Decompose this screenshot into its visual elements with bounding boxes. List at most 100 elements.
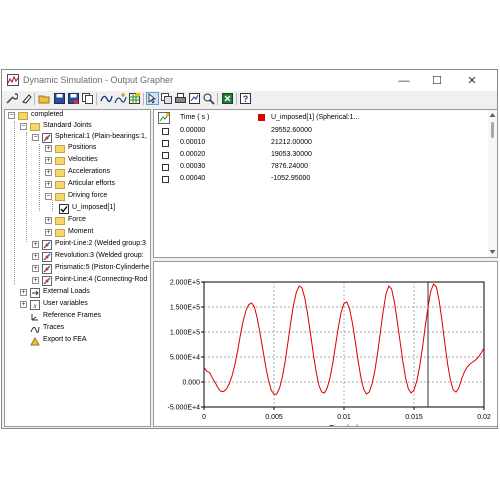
tree-item-velocities[interactable]: Velocities (68, 156, 98, 163)
title-bar: Dynamic Simulation - Output Grapher — ☐ … (2, 70, 497, 91)
row-checkbox[interactable] (162, 164, 169, 171)
save-icon[interactable] (53, 92, 66, 105)
zoom-icon[interactable] (202, 92, 215, 105)
x-tick-label: 0 (202, 414, 206, 421)
minimize-button[interactable]: — (389, 71, 419, 90)
tree-item-driving-force[interactable]: Driving force (68, 192, 107, 199)
help-icon[interactable]: ? (239, 92, 252, 105)
tree-expander[interactable]: + (32, 241, 39, 248)
tree-expander[interactable]: + (45, 169, 52, 176)
tree-expander[interactable]: − (32, 134, 39, 141)
folder-icon (30, 123, 40, 131)
tree-expander[interactable]: + (20, 301, 27, 308)
export-fea-icon (30, 336, 40, 346)
joint-icon (42, 133, 52, 143)
x-tick-label: 0.01 (337, 414, 351, 421)
scrollbar-thumb[interactable] (491, 122, 494, 138)
y-tick-label: 0.000 (182, 380, 200, 387)
x-tick-label: 0.015 (405, 414, 423, 421)
close-button[interactable]: ✕ (457, 71, 487, 90)
row-checkbox[interactable] (162, 176, 169, 183)
row-checkbox[interactable] (162, 152, 169, 159)
print-icon[interactable] (174, 92, 187, 105)
chart-pane[interactable]: 2.000E+5 1.500E+5 1.000E+5 5.000E+4 0.000 -5.… (153, 261, 498, 427)
column-header-time[interactable]: Time ( s ) (180, 114, 209, 121)
folder-icon (18, 112, 28, 120)
scroll-down-icon[interactable] (489, 249, 496, 255)
checkbox-checked-icon[interactable] (59, 204, 69, 214)
tree-item-external-loads[interactable]: External Loads (43, 288, 90, 295)
copy-icon[interactable] (81, 92, 94, 105)
copy-chart-icon[interactable] (160, 92, 173, 105)
wrench-icon[interactable] (5, 92, 18, 105)
table-scrollbar[interactable] (488, 110, 497, 257)
tree-expander[interactable]: + (45, 229, 52, 236)
column-header-series[interactable]: U_imposed[1] (Spherical:1... (271, 114, 359, 121)
joint-icon (42, 276, 52, 286)
folder-icon (55, 157, 65, 165)
folder-icon (55, 181, 65, 189)
export-icon[interactable] (188, 92, 201, 105)
curve-icon[interactable] (100, 92, 113, 105)
folder-icon (55, 169, 65, 177)
tree-expander[interactable]: + (20, 289, 27, 296)
plot-area (203, 281, 485, 408)
tree-expander[interactable]: + (45, 157, 52, 164)
joint-icon (42, 240, 52, 250)
y-tick-label: 1.000E+5 (170, 330, 200, 337)
tree-item-completed[interactable]: completed (31, 111, 63, 118)
scroll-up-icon[interactable] (489, 112, 496, 118)
row-checkbox[interactable] (162, 128, 169, 135)
tree-expander[interactable]: − (20, 123, 27, 130)
tree-expander[interactable]: − (45, 193, 52, 200)
tree-item-prismatic-5[interactable]: Prismatic:5 (Piston-Cylinderhe (55, 264, 149, 271)
toolbar-separator (96, 93, 97, 105)
tree-expander[interactable]: + (32, 253, 39, 260)
tree-item-revolution-3[interactable]: Revolution:3 (Welded group: (55, 252, 144, 259)
tree-item-reference-frames[interactable]: Reference Frames (43, 312, 101, 319)
row-checkbox[interactable] (162, 140, 169, 147)
tree-item-positions[interactable]: Positions (68, 144, 96, 151)
tree-item-u-imposed[interactable]: U_imposed[1] (72, 204, 115, 211)
open-folder-icon[interactable] (38, 92, 51, 105)
traces-icon (30, 326, 40, 333)
tree-item-standard-joints[interactable]: Standard Joints (43, 122, 92, 129)
chart-svg: 2.000E+5 1.500E+5 1.000E+5 5.000E+4 0.000 -5.… (168, 280, 491, 427)
save-as-icon[interactable] (67, 92, 80, 105)
y-tick-label: 5.000E+4 (170, 355, 200, 362)
grid-icon[interactable] (128, 92, 141, 105)
table-cell-value: 21212.00000 (271, 139, 312, 146)
select-icon[interactable] (146, 92, 159, 105)
table-cell-value: 29552.60000 (271, 127, 312, 134)
y-tick-label: 1.500E+5 (170, 305, 200, 312)
tree-expander[interactable]: − (8, 112, 15, 119)
tree-item-spherical[interactable]: Spherical:1 (Plain-bearings:1, (55, 133, 147, 140)
y-tick-label: 2.000E+5 (170, 280, 200, 287)
table-cell-time: 0.00040 (180, 175, 206, 182)
tree-item-user-variables[interactable]: User variables (43, 300, 88, 307)
tree-expander[interactable]: + (32, 277, 39, 284)
toolbar-separator (217, 93, 218, 105)
tree-item-accelerations[interactable]: Accelerations (68, 168, 110, 175)
tree-item-point-line-4[interactable]: Point-Line:4 (Connecting-Rod (55, 276, 147, 283)
reference-frames-icon (31, 314, 38, 321)
excel-icon[interactable] (221, 92, 234, 105)
eraser-icon[interactable] (20, 92, 33, 105)
tree-connector (26, 132, 27, 242)
tree-item-traces[interactable]: Traces (43, 324, 64, 331)
folder-icon (55, 229, 65, 237)
tree-expander[interactable]: + (45, 145, 52, 152)
tree-expander[interactable]: + (45, 217, 52, 224)
tree-item-articular-efforts[interactable]: Articular efforts (68, 180, 115, 187)
x-axis-label: Time ( s ) (329, 425, 358, 426)
tree-item-export-fea[interactable]: Export to FEA (43, 336, 87, 343)
results-tree[interactable]: − completed − Standard Joints − Spherica… (4, 109, 151, 427)
tree-item-force[interactable]: Force (68, 216, 86, 223)
tree-item-point-line-2[interactable]: Point-Line:2 (Welded group:3 (55, 240, 146, 247)
table-header-icon (158, 112, 170, 124)
tree-item-moment[interactable]: Moment (68, 228, 93, 235)
maximize-button[interactable]: ☐ (422, 71, 452, 90)
tree-expander[interactable]: + (32, 265, 39, 272)
tree-expander[interactable]: + (45, 181, 52, 188)
curve-add-icon[interactable] (114, 92, 127, 105)
